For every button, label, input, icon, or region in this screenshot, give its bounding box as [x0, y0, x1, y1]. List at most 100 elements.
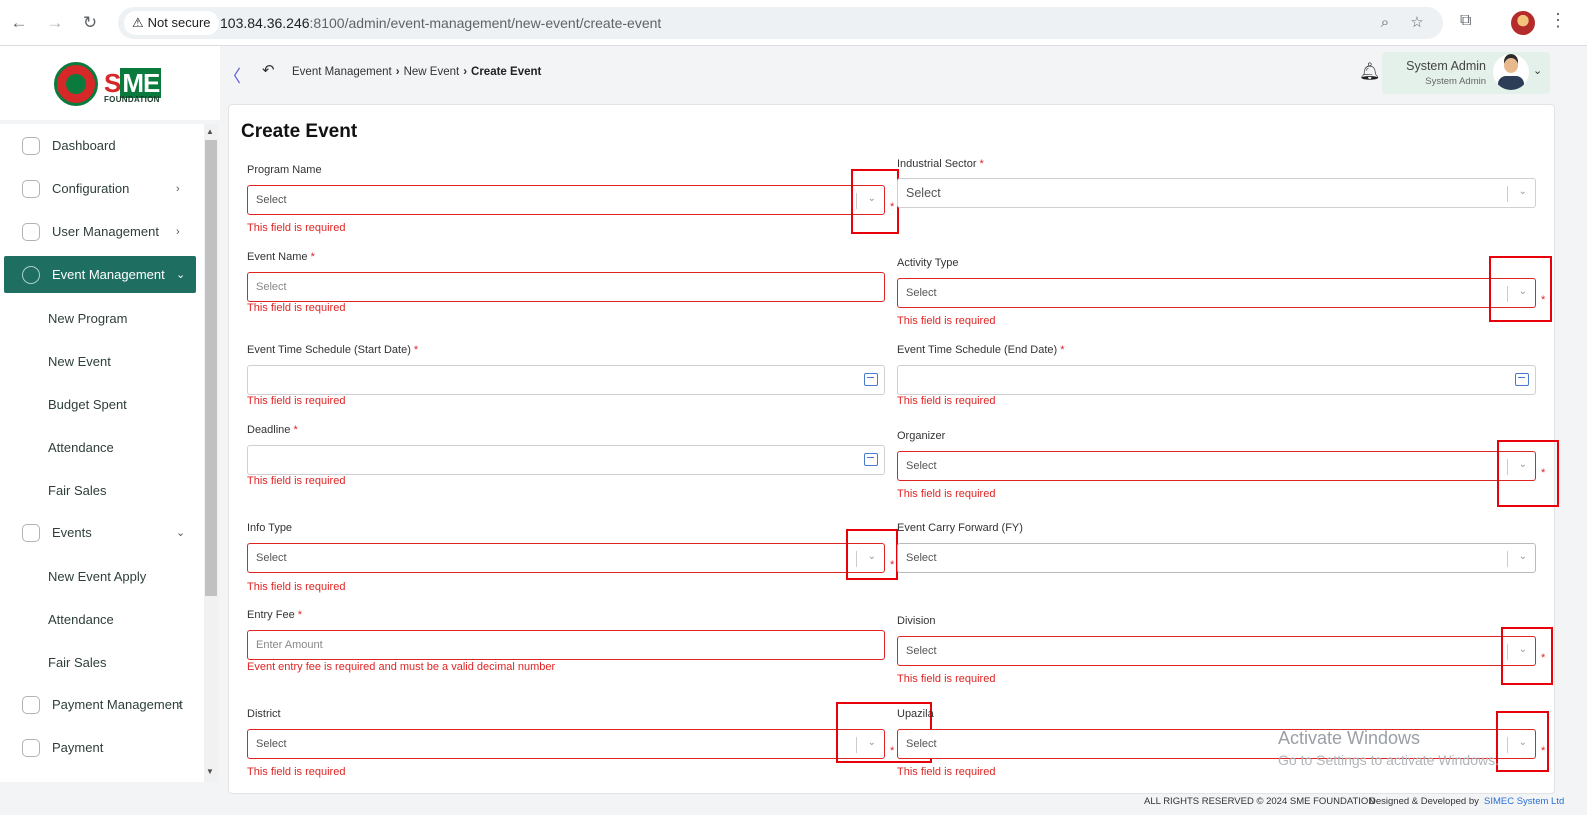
end-date-label: Event Time Schedule (End Date) * — [897, 344, 1065, 356]
user-menu[interactable]: System Admin System Admin ⌄ — [1382, 52, 1550, 94]
select-value: Select — [256, 738, 287, 750]
breadcrumb-item[interactable]: New Event — [404, 66, 460, 78]
extensions-icon[interactable]: ⧉ — [1460, 12, 1471, 30]
deadline-label: Deadline * — [247, 424, 298, 436]
industrial-sector-select[interactable]: Select ⌄ — [897, 178, 1536, 208]
browser-menu-icon[interactable]: ⋮ — [1549, 10, 1567, 31]
end-date-input[interactable] — [897, 365, 1536, 395]
chevron-down-icon: ⌄ — [1533, 65, 1543, 77]
sidebar-item-user-management[interactable]: User Management › — [4, 213, 196, 250]
sidebar-subitem-attendance[interactable]: Attendance — [48, 612, 114, 627]
highlight-box — [1501, 627, 1553, 685]
entry-fee-input[interactable]: Enter Amount — [247, 630, 885, 660]
calendar-icon[interactable] — [1515, 373, 1529, 386]
activity-type-select[interactable]: Select ⌄ — [897, 278, 1536, 308]
forward-arrow-icon[interactable]: → — [44, 12, 66, 34]
highlight-box — [846, 529, 898, 580]
sidebar-subitem-new-event[interactable]: New Event — [48, 354, 111, 369]
carry-forward-label: Event Carry Forward (FY) — [897, 522, 1023, 534]
sidebar-item-label: Dashboard — [52, 138, 116, 153]
sidebar-item-label: Event Management — [52, 267, 165, 282]
scroll-up-icon[interactable]: ▲ — [206, 127, 214, 136]
logo-area: SME FOUNDATION — [0, 46, 220, 120]
security-chip[interactable]: ⚠ Not secure — [124, 11, 219, 35]
select-value: Select — [906, 645, 937, 657]
sidebar-subitem-new-event-apply[interactable]: New Event Apply — [48, 569, 146, 584]
calendar-icon[interactable] — [864, 373, 878, 386]
industrial-sector-label: Industrial Sector * — [897, 158, 984, 170]
event-management-icon — [22, 265, 40, 284]
program-name-select[interactable]: Select ⌄ — [247, 185, 885, 215]
url-host: 103.84.36.246 — [220, 15, 310, 31]
security-label: Not secure — [147, 15, 211, 30]
entry-fee-error: Event entry fee is required and must be … — [247, 661, 556, 673]
address-bar[interactable]: ⚠ Not secure 103.84.36.246:8100/admin/eve… — [118, 7, 1443, 39]
carry-forward-select[interactable]: Select ⌄ — [897, 543, 1536, 573]
government-emblem-logo — [54, 62, 98, 106]
program-name-label: Program Name — [247, 164, 322, 176]
footer-company-link[interactable]: SIMEC System Ltd — [1484, 796, 1564, 807]
logo-subtext: FOUNDATION — [104, 95, 160, 104]
program-name-error: This field is required — [247, 222, 346, 234]
sidebar-item-label: Payment Management — [52, 697, 183, 712]
select-value: Select — [906, 460, 937, 472]
start-date-input[interactable] — [247, 365, 885, 395]
sidebar-item-payment[interactable]: Payment — [4, 729, 196, 766]
sidebar-subitem-fair-sales[interactable]: Fair Sales — [48, 655, 107, 670]
avatar — [1493, 54, 1529, 90]
breadcrumb-item[interactable]: Event Management — [292, 66, 392, 78]
notification-bell-icon[interactable]: 🔔︎ — [1359, 62, 1381, 82]
sidebar-item-configuration[interactable]: Configuration › — [4, 170, 196, 207]
payment-management-icon — [22, 695, 40, 714]
undo-back-icon[interactable]: ↶ — [262, 61, 275, 79]
url-text[interactable]: 103.84.36.246:8100/admin/event-managemen… — [220, 7, 661, 39]
zoom-icon[interactable]: ⌕ — [1374, 12, 1396, 34]
chevron-right-icon: › — [463, 66, 468, 78]
scroll-down-icon[interactable]: ▼ — [206, 767, 214, 776]
sidebar-item-payment-management[interactable]: Payment Management › — [4, 686, 196, 723]
sidebar-subitem-budget-spent[interactable]: Budget Spent — [48, 397, 127, 412]
profile-avatar[interactable] — [1511, 11, 1535, 35]
event-name-error: This field is required — [247, 302, 346, 314]
sidebar-item-dashboard[interactable]: Dashboard — [4, 127, 196, 164]
sidebar-item-event-management[interactable]: Event Management ⌄ — [4, 256, 196, 293]
breadcrumb: Event Management › New Event › Create Event — [292, 66, 541, 78]
division-select[interactable]: Select ⌄ — [897, 636, 1536, 666]
sidebar-item-events[interactable]: Events ⌄ — [4, 514, 196, 551]
select-value: Select — [906, 186, 941, 200]
start-date-error: This field is required — [247, 395, 346, 407]
events-icon — [22, 523, 40, 542]
bookmark-star-icon[interactable]: ☆ — [1406, 12, 1428, 34]
district-label: District — [247, 708, 281, 720]
organizer-select[interactable]: Select ⌄ — [897, 451, 1536, 481]
event-name-label: Event Name * — [247, 251, 315, 263]
input-placeholder: Select — [256, 281, 287, 293]
info-type-select[interactable]: Select ⌄ — [247, 543, 885, 573]
sidebar-subitem-new-program[interactable]: New Program — [48, 311, 127, 326]
highlight-box — [851, 169, 899, 234]
chevron-right-icon: › — [176, 182, 180, 195]
division-label: Division — [897, 615, 936, 627]
sidebar-subitem-attendance[interactable]: Attendance — [48, 440, 114, 455]
reload-icon[interactable]: ↻ — [79, 12, 101, 34]
activity-type-label: Activity Type — [897, 257, 959, 269]
chevron-right-icon: › — [395, 66, 400, 78]
deadline-input[interactable] — [247, 445, 885, 475]
back-arrow-icon[interactable]: ← — [8, 12, 30, 34]
input-placeholder: Enter Amount — [256, 639, 323, 651]
collapse-sidebar-icon[interactable]: 〈 — [224, 62, 241, 87]
info-type-label: Info Type — [247, 522, 293, 534]
sidebar-subitem-fair-sales[interactable]: Fair Sales — [48, 483, 107, 498]
select-value: Select — [906, 552, 937, 564]
browser-toolbar: ← → ↻ ⚠ Not secure 103.84.36.246:8100/adm… — [0, 0, 1587, 46]
event-name-input[interactable]: Select — [247, 272, 885, 302]
calendar-icon[interactable] — [864, 453, 878, 466]
start-date-label: Event Time Schedule (Start Date) * — [247, 344, 419, 356]
end-date-error: This field is required — [897, 395, 996, 407]
footer: ALL RIGHTS RESERVED © 2024 SME FOUNDATIO… — [0, 793, 1587, 815]
activity-type-error: This field is required — [897, 315, 996, 327]
district-select[interactable]: Select ⌄ — [247, 729, 885, 759]
sidebar-scrollbar-thumb[interactable] — [205, 140, 217, 596]
select-value: Select — [256, 552, 287, 564]
sidebar-item-label: User Management — [52, 224, 159, 239]
